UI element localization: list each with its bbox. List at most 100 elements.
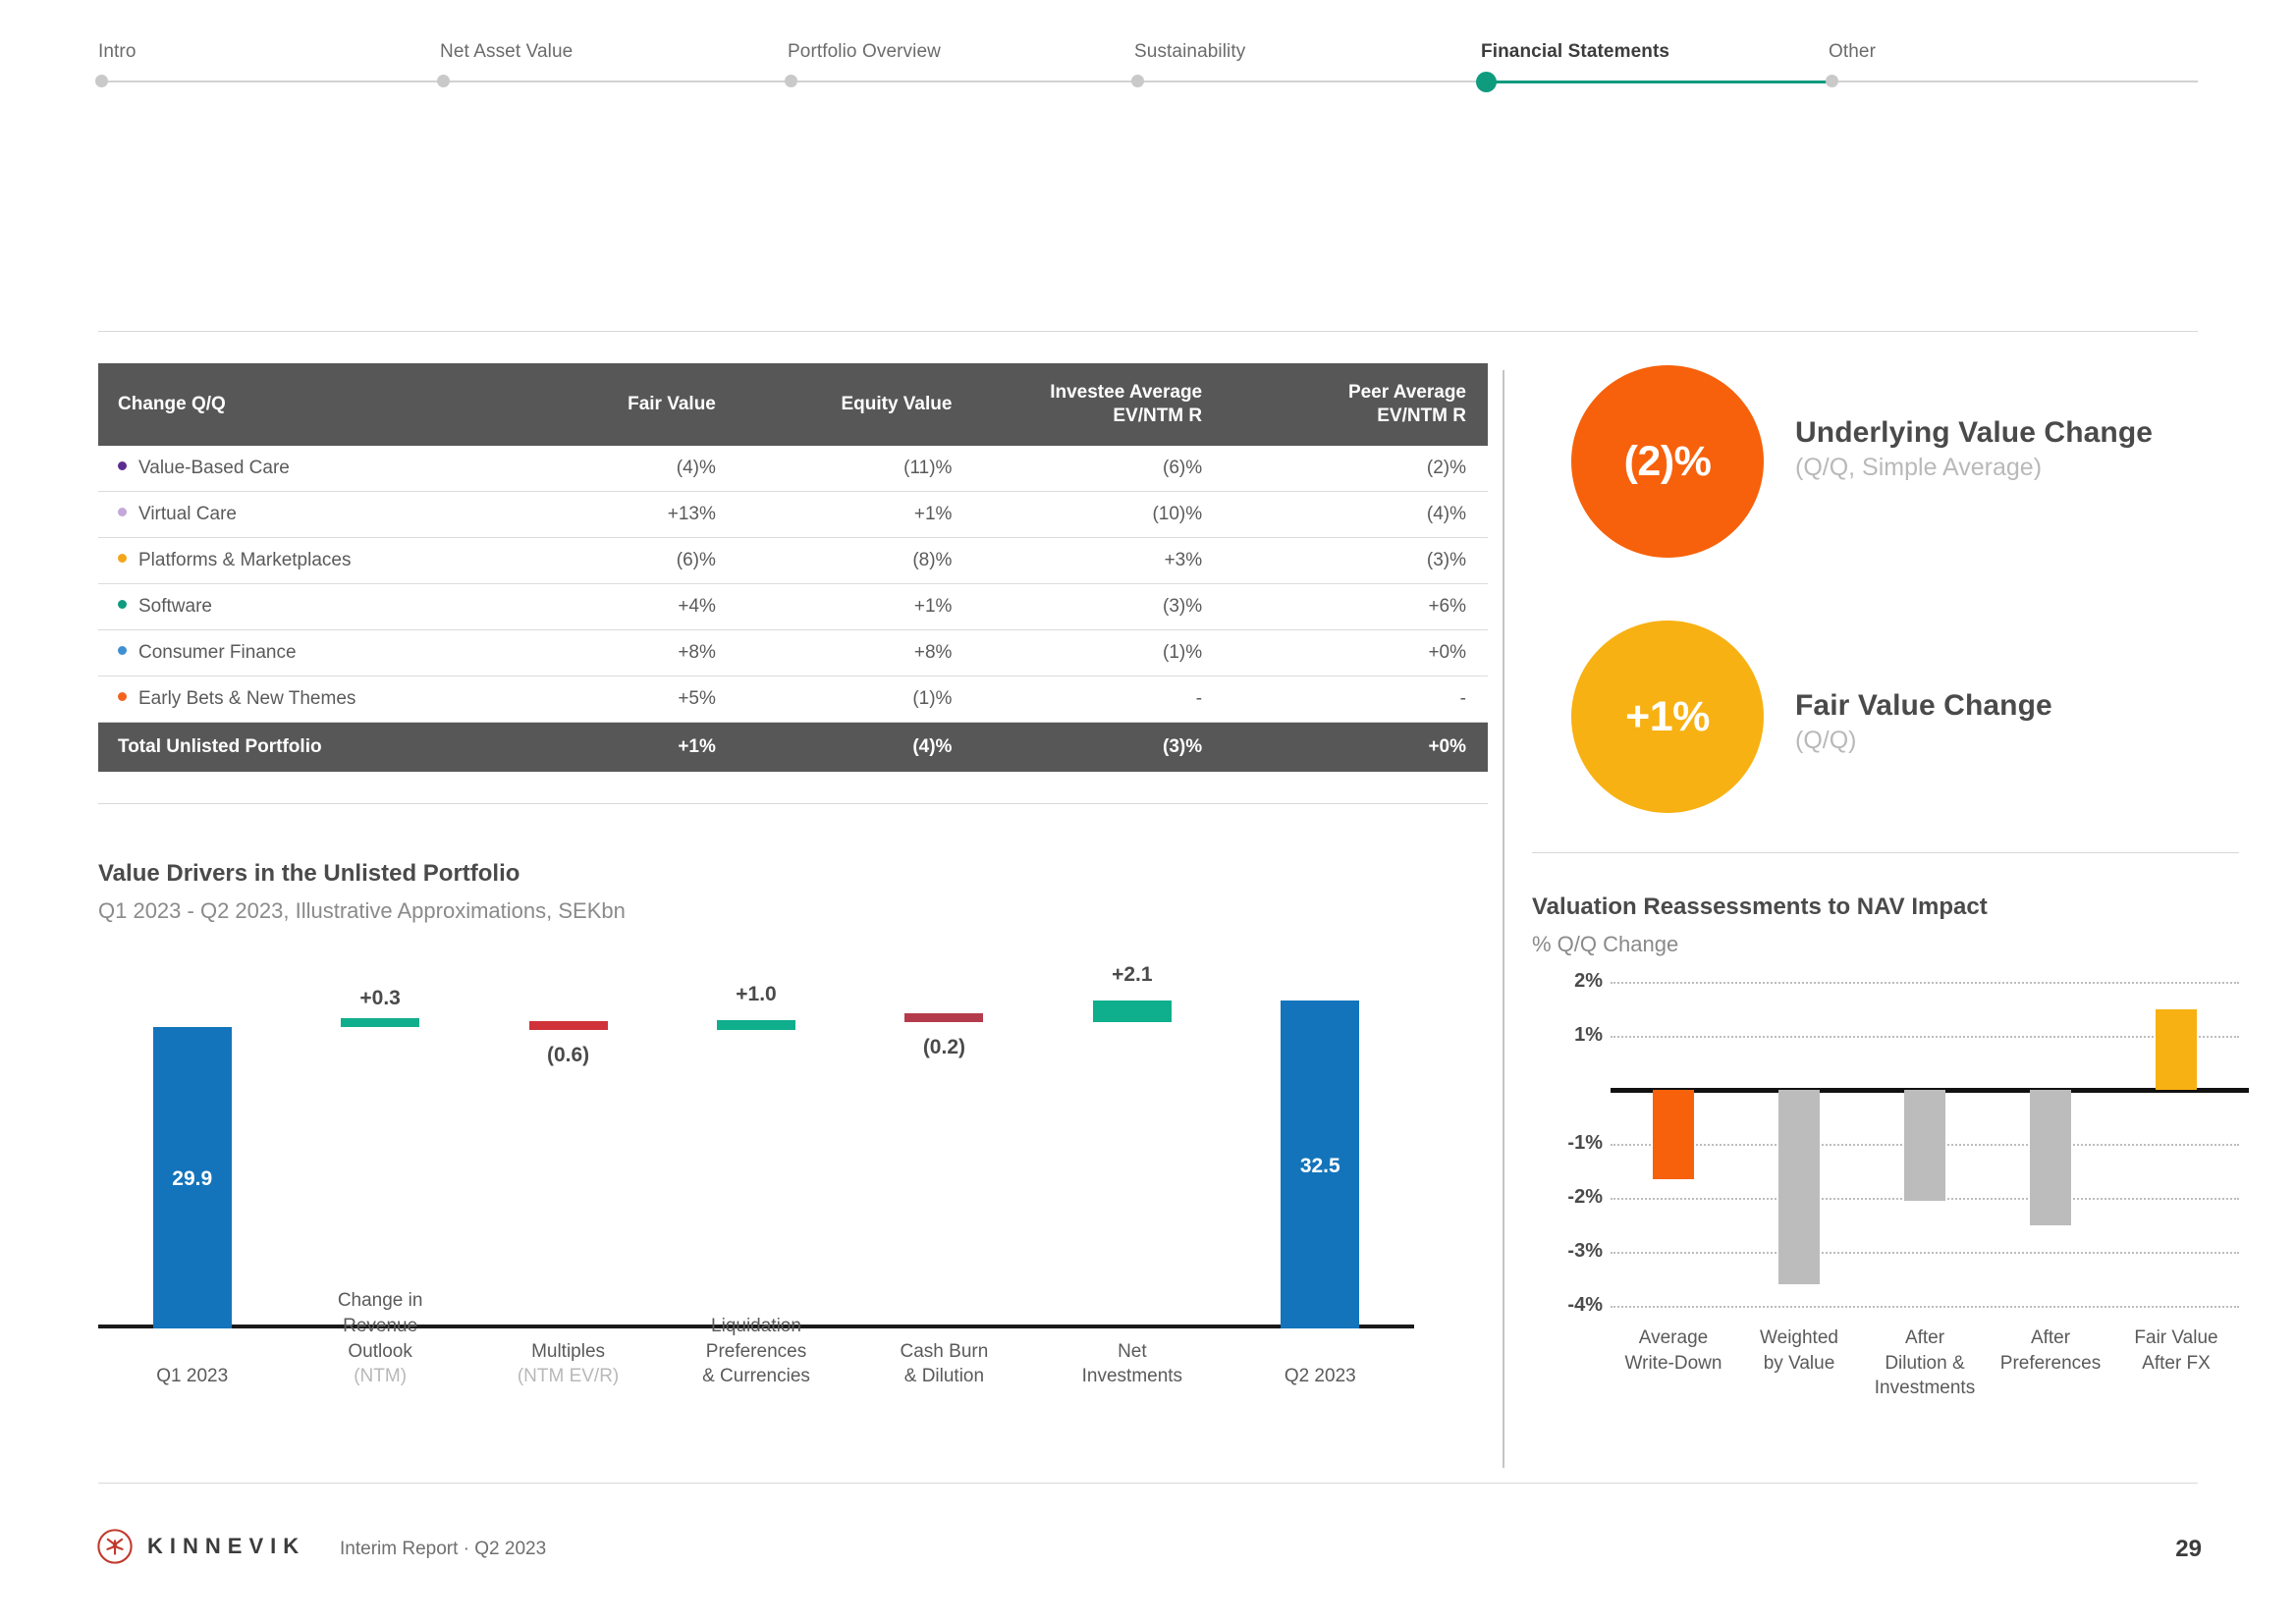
cell-equity-value: (11)%	[737, 445, 974, 492]
nav-item-label: Portfolio Overview	[788, 41, 941, 62]
category-bullet-icon	[118, 508, 127, 517]
cell-peer-average: (3)%	[1224, 537, 1488, 584]
waterfall-x-label: Q1 2023	[98, 1364, 286, 1389]
waterfall-x-label: Change in Revenue Outlook (NTM)	[286, 1288, 473, 1389]
nav-impact-bar	[1653, 1090, 1694, 1179]
col-header-peer-average: Peer Average EV/NTM R	[1224, 363, 1488, 446]
waterfall-x-label-main: Q2 2023	[1284, 1366, 1356, 1387]
cell-fair-value: +13%	[515, 491, 738, 538]
nav-impact-bar	[2030, 1090, 2071, 1225]
cell-equity-value: +1%	[737, 583, 974, 630]
value-drivers-waterfall-chart: 29.9 Q1 2023 +0.3 Change in Revenue Outlook…	[98, 928, 1473, 1389]
section-nav: Intro Net Asset Value Portfolio Overview Su…	[95, 41, 2198, 92]
nav-item-intro[interactable]: Intro	[95, 41, 137, 87]
nav-x-tick-label: Average Write-Down	[1624, 1327, 1722, 1374]
waterfall-subtitle: Q1 2023 - Q2 2023, Illustrative Approxim…	[98, 898, 626, 923]
nav-gridline	[1611, 982, 2239, 984]
divider-top	[98, 331, 2198, 332]
waterfall-title: Value Drivers in the Unlisted Portfolio	[98, 860, 520, 887]
waterfall-value-label: (0.6)	[546, 1043, 590, 1066]
waterfall-value-label: 29.9	[172, 1167, 213, 1191]
nav-gridline	[1611, 1306, 2239, 1308]
nav-y-tick-label: -3%	[1567, 1240, 1603, 1262]
cell-equity-value: +8%	[737, 629, 974, 676]
kpi-group: (2)% Underlying Value Change (Q/Q, Simple …	[1571, 365, 2259, 817]
cell-fair-value: +4%	[515, 583, 738, 630]
nav-impact-title: Valuation Reassessments to NAV Impact	[1532, 893, 1988, 920]
nav-item-sustainability[interactable]: Sustainability	[1131, 41, 1246, 87]
nav-item-portfolio-overview[interactable]: Portfolio Overview	[785, 41, 941, 87]
waterfall-value-label: 32.5	[1299, 1155, 1340, 1177]
cell-total-equity-value: (4)%	[737, 722, 974, 772]
cell-peer-average: (4)%	[1224, 491, 1488, 538]
waterfall-x-label: Cash Burn & Dilution	[850, 1339, 1038, 1389]
nav-y-tick-label: -4%	[1567, 1294, 1603, 1316]
waterfall-bar	[528, 1020, 608, 1030]
cell-category: Value-Based Care	[98, 445, 516, 492]
category-label: Software	[138, 596, 212, 617]
waterfall-bar	[904, 1012, 984, 1022]
waterfall-x-label-note: (NTM)	[354, 1366, 408, 1387]
nav-item-label: Financial Statements	[1481, 41, 1670, 62]
waterfall-bar	[716, 1019, 795, 1030]
kpi-value-circle: (2)%	[1571, 365, 1764, 558]
cell-peer-average: +0%	[1224, 629, 1488, 676]
category-label: Value-Based Care	[138, 457, 290, 478]
waterfall-x-label-note: (NTM EV/R)	[517, 1366, 620, 1387]
nav-item-label: Sustainability	[1134, 41, 1246, 62]
cell-category: Consumer Finance	[98, 629, 516, 676]
slide-page: Intro Net Asset Value Portfolio Overview Su…	[0, 0, 2296, 1623]
waterfall-bar	[341, 1017, 420, 1027]
category-bullet-icon	[118, 554, 127, 564]
nav-impact-bar	[2156, 1008, 2197, 1090]
cell-peer-average: +6%	[1224, 583, 1488, 630]
kinnevik-logo-icon	[97, 1529, 133, 1564]
waterfall-column: +1.0 Liquidation Preferences & Currencies	[662, 965, 849, 1387]
waterfall-x-label-main: Cash Burn & Dilution	[900, 1340, 989, 1387]
cell-peer-average: -	[1224, 676, 1488, 723]
cell-investee-average: (10)%	[973, 491, 1225, 538]
waterfall-column: +0.3 Change in Revenue Outlook (NTM)	[286, 965, 473, 1387]
cell-fair-value: (6)%	[515, 537, 738, 584]
category-bullet-icon	[118, 461, 127, 471]
nav-x-tick-label: After Dilution & Investments	[1874, 1327, 1976, 1399]
category-label: Virtual Care	[138, 504, 237, 524]
nav-item-financial-statements[interactable]: Financial Statements	[1476, 41, 1670, 92]
divider-footer	[98, 1483, 2198, 1484]
nav-y-tick-label: -1%	[1567, 1132, 1603, 1154]
table-header-row: Change Q/Q Fair Value Equity Value Inves…	[98, 363, 1488, 446]
divider-right-column	[1532, 852, 2239, 853]
nav-item-dot	[95, 75, 108, 87]
cell-equity-value: (8)%	[737, 537, 974, 584]
page-footer: KINNEVIK Interim Report · Q2 2023 29	[0, 1528, 2296, 1587]
kpi-text: Underlying Value Change (Q/Q, Simple Aver…	[1795, 416, 2153, 482]
cell-equity-value: +1%	[737, 491, 974, 538]
waterfall-column: (0.6) Multiples (NTM EV/R)	[474, 965, 662, 1386]
waterfall-column: 29.9 Q1 2023	[98, 965, 286, 1386]
waterfall-x-label-main: Liquidation Preferences & Currencies	[702, 1316, 810, 1387]
cell-fair-value: (4)%	[515, 445, 738, 492]
waterfall-x-label: Multiples (NTM EV/R)	[474, 1339, 662, 1389]
table-row: Software +4% +1% (3)% +6%	[98, 583, 1488, 630]
page-number: 29	[2175, 1536, 2202, 1562]
nav-gridline	[1611, 1252, 2239, 1254]
waterfall-value-label: +1.0	[736, 982, 777, 1005]
cell-category: Virtual Care	[98, 491, 516, 538]
nav-item-other[interactable]: Other	[1826, 41, 1876, 87]
waterfall-x-label-main: Net Investments	[1081, 1340, 1183, 1387]
nav-item-net-asset-value[interactable]: Net Asset Value	[437, 41, 573, 87]
nav-item-dot	[1131, 75, 1144, 87]
nav-impact-subtitle: % Q/Q Change	[1532, 932, 1679, 956]
nav-x-tick-label: After Preferences	[1999, 1327, 2102, 1374]
nav-gridline	[1611, 1036, 2239, 1038]
waterfall-x-label: Liquidation Preferences & Currencies	[662, 1314, 849, 1389]
table-row: Value-Based Care (4)% (11)% (6)% (2)%	[98, 445, 1488, 492]
cell-investee-average: +3%	[973, 537, 1225, 584]
waterfall-x-label-main: Multiples	[531, 1340, 606, 1362]
category-label: Platforms & Marketplaces	[138, 550, 352, 570]
nav-item-dot	[785, 75, 797, 87]
cell-total-peer-average: +0%	[1224, 722, 1488, 772]
kpi-text: Fair Value Change (Q/Q)	[1795, 689, 2052, 755]
valuation-reassessments-chart: 2% 1% -1% -2% -3% -4% Average Write-Down Weight…	[1532, 970, 2249, 1398]
nav-y-tick-label: 2%	[1574, 970, 1603, 992]
